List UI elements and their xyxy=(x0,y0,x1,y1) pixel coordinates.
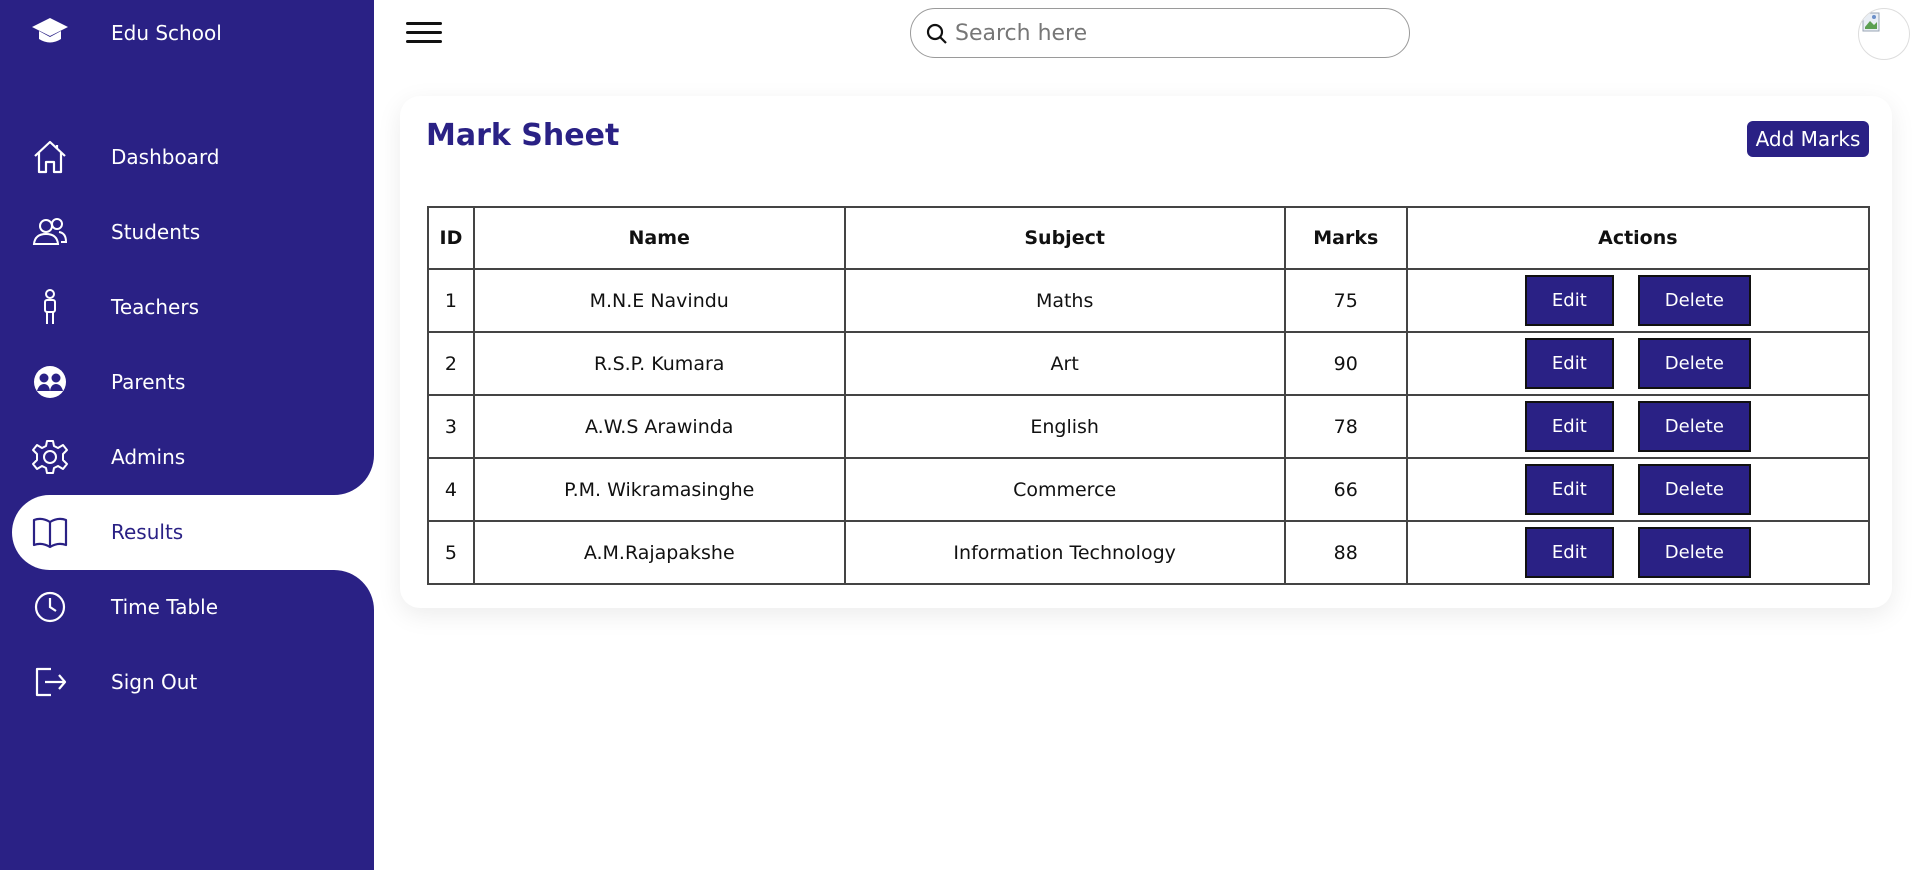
edit-button[interactable]: Edit xyxy=(1524,275,1614,326)
cell-name: R.S.P. Kumara xyxy=(472,331,846,396)
header-id: ID xyxy=(427,206,475,270)
page-title: Mark Sheet xyxy=(426,118,620,153)
cell-marks: 66 xyxy=(1283,457,1408,522)
table-header-row: ID Name Subject Marks Actions xyxy=(427,206,1871,270)
hamburger-line xyxy=(406,40,442,43)
cell-name: P.M. Wikramasinghe xyxy=(472,457,846,522)
cell-name: M.N.E Navindu xyxy=(472,268,846,333)
cell-name: A.M.Rajapakshe xyxy=(472,520,846,585)
cell-id: 3 xyxy=(427,394,475,459)
cell-marks: 78 xyxy=(1283,394,1408,459)
sidebar-item-label: Sign Out xyxy=(111,670,198,694)
delete-button[interactable]: Delete xyxy=(1637,338,1751,389)
cell-name: A.W.S Arawinda xyxy=(472,394,846,459)
cell-id: 5 xyxy=(427,520,475,585)
search-bar xyxy=(910,8,1410,58)
sidebar-item-parents[interactable]: Parents xyxy=(0,345,374,420)
sidebar-item-results[interactable]: Results xyxy=(12,495,374,570)
people-icon xyxy=(31,213,69,251)
edit-button[interactable]: Edit xyxy=(1524,338,1614,389)
avatar[interactable] xyxy=(1858,8,1910,60)
delete-button[interactable]: Delete xyxy=(1637,464,1751,515)
table-row: 4 P.M. Wikramasinghe Commerce 66 Edit Del… xyxy=(427,457,1871,522)
cell-subject: Art xyxy=(843,331,1286,396)
cell-subject: English xyxy=(843,394,1286,459)
hamburger-line xyxy=(406,31,442,34)
gear-icon xyxy=(31,438,69,476)
edit-button[interactable]: Edit xyxy=(1524,401,1614,452)
cell-id: 4 xyxy=(427,457,475,522)
table-row: 1 M.N.E Navindu Maths 75 Edit Delete xyxy=(427,268,1871,333)
table-row: 3 A.W.S Arawinda English 78 Edit Delete xyxy=(427,394,1871,459)
menu-toggle-button[interactable] xyxy=(404,18,444,48)
sidebar-item-time-table[interactable]: Time Table xyxy=(0,570,374,645)
app: Edu School Dashboard Students Teachers P… xyxy=(0,0,1920,870)
cell-actions: Edit Delete xyxy=(1405,331,1871,396)
book-icon xyxy=(31,513,69,551)
cell-actions: Edit Delete xyxy=(1405,520,1871,585)
delete-button[interactable]: Delete xyxy=(1637,527,1751,578)
sidebar: Edu School Dashboard Students Teachers P… xyxy=(0,0,374,870)
mark-sheet-card: Mark Sheet Add Marks ID Name Subject Mar… xyxy=(400,96,1892,608)
sidebar-item-label: Teachers xyxy=(111,295,199,319)
cell-actions: Edit Delete xyxy=(1405,394,1871,459)
brand[interactable]: Edu School xyxy=(0,0,374,66)
add-marks-button[interactable]: Add Marks xyxy=(1747,121,1869,157)
search-icon xyxy=(925,22,949,46)
cell-marks: 90 xyxy=(1283,331,1408,396)
cell-id: 1 xyxy=(427,268,475,333)
cell-id: 2 xyxy=(427,331,475,396)
table-row: 2 R.S.P. Kumara Art 90 Edit Delete xyxy=(427,331,1871,396)
cell-marks: 75 xyxy=(1283,268,1408,333)
clock-icon xyxy=(31,588,69,626)
active-curve-top xyxy=(334,455,374,495)
marks-table: ID Name Subject Marks Actions 1 M.N.E Na… xyxy=(427,206,1871,585)
brand-label: Edu School xyxy=(111,21,222,45)
home-icon xyxy=(31,138,69,176)
people-circle-icon xyxy=(31,363,69,401)
edit-button[interactable]: Edit xyxy=(1524,527,1614,578)
sidebar-item-label: Dashboard xyxy=(111,145,220,169)
sidebar-item-teachers[interactable]: Teachers xyxy=(0,270,374,345)
cell-subject: Maths xyxy=(843,268,1286,333)
person-icon xyxy=(31,288,69,326)
sidebar-item-label: Admins xyxy=(111,445,186,469)
sidebar-item-students[interactable]: Students xyxy=(0,195,374,270)
sidebar-item-dashboard[interactable]: Dashboard xyxy=(0,120,374,195)
delete-button[interactable]: Delete xyxy=(1637,401,1751,452)
graduation-cap-icon xyxy=(30,14,70,50)
sidebar-item-sign-out[interactable]: Sign Out xyxy=(0,645,374,720)
hamburger-line xyxy=(406,22,442,25)
header-marks: Marks xyxy=(1283,206,1408,270)
search-input[interactable] xyxy=(955,15,1395,51)
sign-out-icon xyxy=(31,663,69,701)
sidebar-item-label: Results xyxy=(111,520,184,544)
sidebar-item-admins[interactable]: Admins xyxy=(0,420,374,495)
cell-subject: Commerce xyxy=(843,457,1286,522)
sidebar-item-label: Students xyxy=(111,220,201,244)
table-row: 5 A.M.Rajapakshe Information Technology … xyxy=(427,520,1871,585)
header-subject: Subject xyxy=(843,206,1286,270)
broken-image-icon xyxy=(1862,12,1880,32)
sidebar-item-label: Parents xyxy=(111,370,186,394)
sidebar-item-label: Time Table xyxy=(111,595,219,619)
cell-actions: Edit Delete xyxy=(1405,268,1871,333)
delete-button[interactable]: Delete xyxy=(1637,275,1751,326)
edit-button[interactable]: Edit xyxy=(1524,464,1614,515)
cell-marks: 88 xyxy=(1283,520,1408,585)
header-actions: Actions xyxy=(1405,206,1871,270)
cell-subject: Information Technology xyxy=(843,520,1286,585)
cell-actions: Edit Delete xyxy=(1405,457,1871,522)
header-name: Name xyxy=(472,206,846,270)
